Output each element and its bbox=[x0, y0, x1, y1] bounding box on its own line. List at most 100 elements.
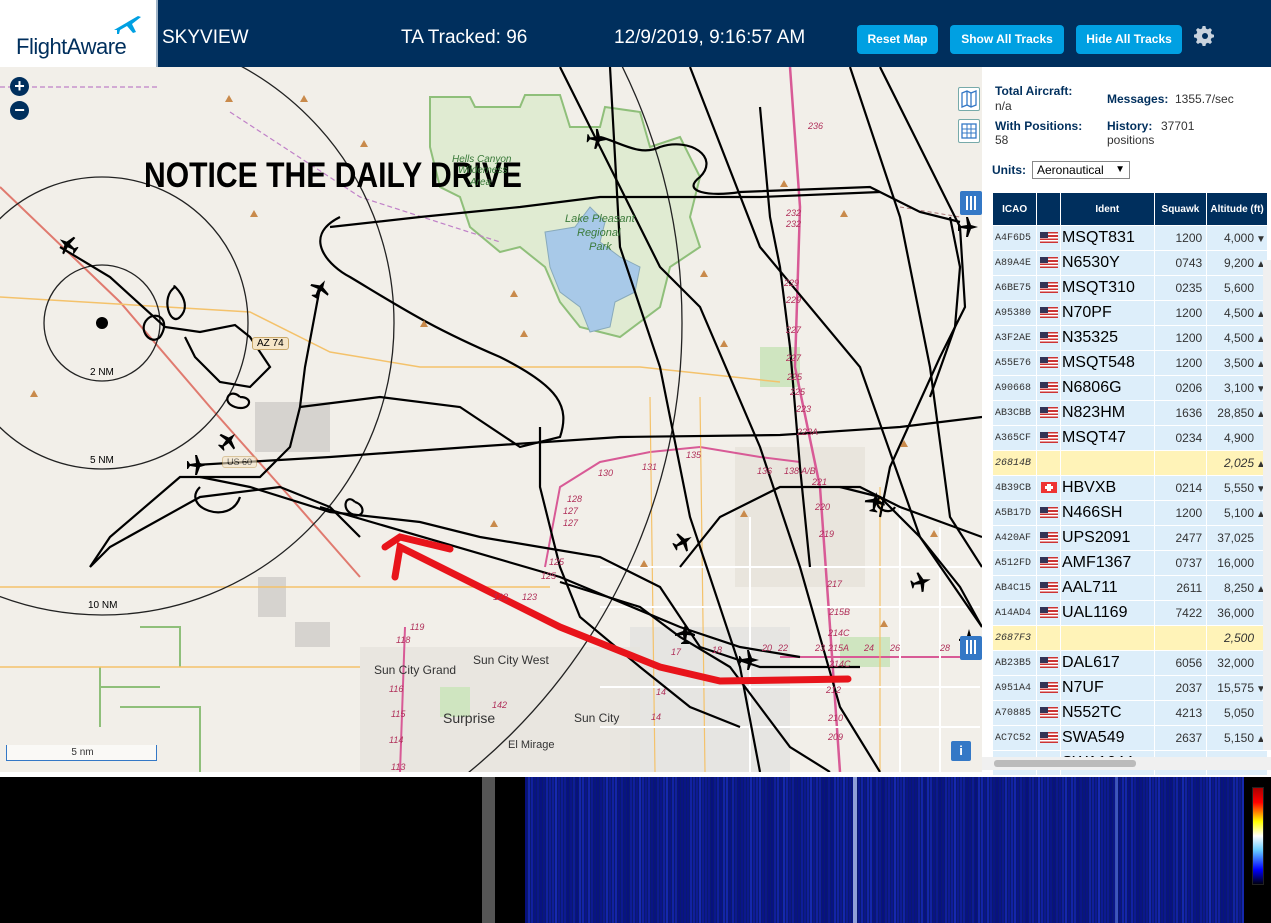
table-row[interactable]: 26814B 2,025 ▲ bbox=[993, 451, 1267, 475]
place-label: Sun City bbox=[574, 711, 620, 725]
cell-squawk bbox=[1154, 451, 1207, 475]
cell-ident: N466SH bbox=[1060, 501, 1154, 525]
table-row[interactable]: A95380 N70PF 1200 4,500 ▲ bbox=[993, 301, 1267, 325]
hide-all-tracks-button[interactable]: Hide All Tracks bbox=[1076, 25, 1182, 54]
table-row[interactable]: AB3CBB N823HM 1636 28,850 ▲ bbox=[993, 401, 1267, 425]
table-row[interactable]: AB23B5 DAL617 6056 32,000 bbox=[993, 651, 1267, 675]
route-number-label: 14 bbox=[656, 687, 667, 697]
route-number-label: 212 bbox=[826, 685, 842, 695]
cell-icao: A6BE75 bbox=[993, 276, 1037, 300]
altitude-value: 16,000 bbox=[1217, 556, 1254, 570]
us-flag-icon bbox=[1039, 407, 1058, 419]
route-number-label: 123 bbox=[493, 592, 509, 602]
sidebar-horizontal-scrollbar[interactable] bbox=[982, 757, 1271, 770]
panel-divider[interactable] bbox=[482, 777, 495, 923]
table-row[interactable]: A70885 N552TC 4213 5,050 bbox=[993, 701, 1267, 725]
us-flag-icon bbox=[1039, 582, 1058, 594]
altitude-value: 9,200 bbox=[1223, 256, 1254, 270]
road-shield: AZ 74 bbox=[252, 337, 289, 350]
units-select[interactable]: Aeronautical ▼ bbox=[1032, 161, 1130, 179]
cell-icao: 26814B bbox=[993, 451, 1037, 475]
table-row[interactable]: 4B39CB HBVXB 0214 5,550 ▼ bbox=[993, 476, 1267, 500]
table-row[interactable]: AB4C15 AAL711 2611 8,250 ▲ bbox=[993, 576, 1267, 600]
aircraft-table: ICAO Ident Squawk Altitude (ft) A4F6D5 MS… bbox=[992, 192, 1268, 776]
cell-icao: A512FD bbox=[993, 551, 1037, 575]
cell-icao: A14AD4 bbox=[993, 601, 1037, 625]
cell-altitude: 4,500 ▲ bbox=[1207, 326, 1267, 350]
columns-toggle-icon[interactable] bbox=[960, 191, 982, 215]
gear-icon[interactable] bbox=[1193, 24, 1217, 48]
route-number-label: 26 bbox=[890, 643, 901, 653]
altitude-value: 5,600 bbox=[1223, 281, 1254, 295]
cell-squawk bbox=[1154, 626, 1207, 650]
cell-altitude: 8,250 ▲ bbox=[1207, 576, 1267, 600]
table-row[interactable]: A6BE75 MSQT310 0235 5,600 bbox=[993, 276, 1267, 300]
table-row[interactable]: A5B17D N466SH 1200 5,100 ▲ bbox=[993, 501, 1267, 525]
cell-squawk: 1636 bbox=[1154, 401, 1207, 425]
table-row[interactable]: A55E76 MSQT548 1200 3,500 ▲ bbox=[993, 351, 1267, 375]
cell-flag bbox=[1037, 651, 1060, 675]
table-header-row: ICAO Ident Squawk Altitude (ft) bbox=[993, 193, 1267, 225]
zoom-out-button[interactable]: − bbox=[10, 101, 29, 120]
altitude-value: 28,850 bbox=[1217, 406, 1254, 420]
route-number-label: 214C bbox=[828, 628, 850, 638]
cell-flag bbox=[1037, 301, 1060, 325]
reset-map-button[interactable]: Reset Map bbox=[857, 25, 938, 54]
cell-altitude: 36,000 bbox=[1207, 601, 1267, 625]
route-number-label: 119 bbox=[410, 622, 425, 632]
column-header-ident[interactable]: Ident bbox=[1060, 193, 1154, 225]
route-number-label: 214C bbox=[829, 659, 851, 669]
show-all-tracks-button[interactable]: Show All Tracks bbox=[950, 25, 1064, 54]
messages-value: 1355.7/sec bbox=[1175, 92, 1234, 106]
info-button[interactable]: i bbox=[951, 741, 971, 761]
flightaware-logo[interactable]: FlightAware bbox=[0, 0, 158, 67]
table-row[interactable]: A365CF MSQT47 0234 4,900 bbox=[993, 426, 1267, 450]
altitude-value: 2,025 bbox=[1223, 456, 1254, 470]
altitude-trend-icon: ▼ bbox=[1256, 234, 1266, 245]
route-number-label: 215B bbox=[829, 607, 851, 617]
zoom-in-button[interactable]: + bbox=[10, 77, 29, 96]
sidebar-vertical-scrollbar[interactable] bbox=[1263, 260, 1271, 750]
table-row[interactable]: 2687F3 2,500 bbox=[993, 626, 1267, 650]
map-layers-icon[interactable] bbox=[958, 87, 980, 111]
route-number-label: 127 bbox=[563, 506, 579, 516]
cell-icao: AB4C15 bbox=[993, 576, 1037, 600]
column-header-altitude[interactable]: Altitude (ft) bbox=[1207, 193, 1267, 225]
route-number-label: 223 bbox=[796, 404, 812, 414]
columns-toggle-icon-lower[interactable] bbox=[960, 636, 982, 660]
cell-flag bbox=[1037, 676, 1060, 700]
altitude-value: 5,100 bbox=[1223, 506, 1254, 520]
place-label: Lake Pleasant bbox=[565, 213, 635, 225]
table-row[interactable]: A90668 N6806G 0206 3,100 ▼ bbox=[993, 376, 1267, 400]
place-label: Surprise bbox=[443, 710, 496, 726]
route-number-label: 14 bbox=[651, 712, 662, 722]
table-row[interactable]: A420AF UPS2091 2477 37,025 bbox=[993, 526, 1267, 550]
cell-ident: AMF1367 bbox=[1060, 551, 1154, 575]
map-view[interactable]: + − NOTICE THE DAILY DRIVE 2 NM 5 NM 10 … bbox=[0, 67, 982, 772]
chevron-down-icon: ▼ bbox=[1115, 164, 1125, 175]
table-row[interactable]: A14AD4 UAL1169 7422 36,000 bbox=[993, 601, 1267, 625]
table-row[interactable]: A512FD AMF1367 0737 16,000 bbox=[993, 551, 1267, 575]
cell-squawk: 0235 bbox=[1154, 276, 1207, 300]
table-row[interactable]: AC7C52 SWA549 2637 5,150 ▲ bbox=[993, 726, 1267, 750]
table-row[interactable]: A951A4 N7UF 2037 15,575 ▼ bbox=[993, 676, 1267, 700]
route-number-label: 210 bbox=[828, 713, 844, 723]
route-number-label: 135 bbox=[686, 450, 702, 460]
table-row[interactable]: A4F6D5 MSQT831 1200 4,000 ▼ bbox=[993, 226, 1267, 250]
cell-ident: UPS2091 bbox=[1060, 526, 1154, 550]
column-header-flag[interactable] bbox=[1037, 193, 1060, 225]
column-header-icao[interactable]: ICAO bbox=[993, 193, 1037, 225]
column-header-squawk[interactable]: Squawk bbox=[1154, 193, 1207, 225]
us-flag-icon bbox=[1039, 507, 1058, 519]
cell-altitude: 16,000 bbox=[1207, 551, 1267, 575]
cell-altitude: 4,500 ▲ bbox=[1207, 301, 1267, 325]
cell-squawk: 1200 bbox=[1154, 351, 1207, 375]
route-number-label: 114 bbox=[389, 735, 404, 745]
cell-icao: A3F2AE bbox=[993, 326, 1037, 350]
range-ring-label: 2 NM bbox=[90, 367, 114, 378]
cell-icao: A951A4 bbox=[993, 676, 1037, 700]
table-row[interactable]: A89A4E N6530Y 0743 9,200 ▲ bbox=[993, 251, 1267, 275]
grid-toggle-icon[interactable] bbox=[958, 119, 980, 143]
scrollbar-thumb[interactable] bbox=[994, 760, 1136, 767]
table-row[interactable]: A3F2AE N35325 1200 4,500 ▲ bbox=[993, 326, 1267, 350]
